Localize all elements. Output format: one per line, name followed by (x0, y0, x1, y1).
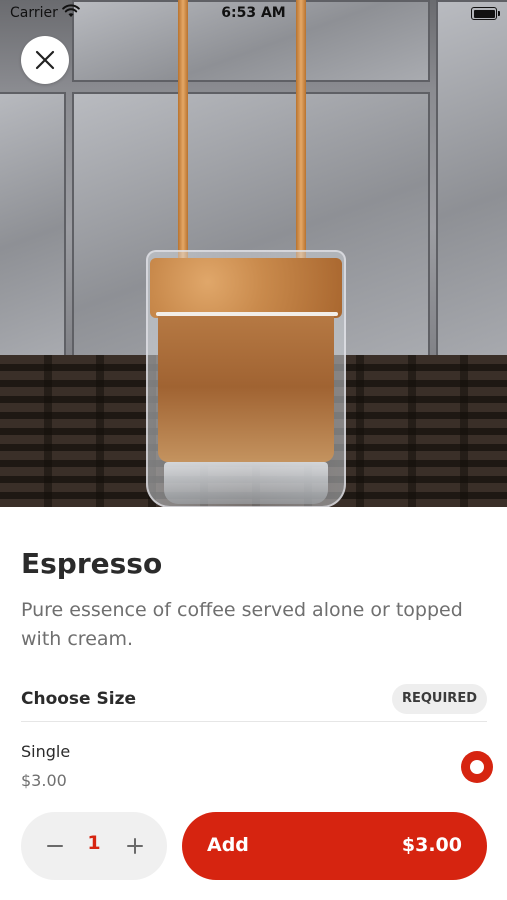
espresso-stream (178, 0, 188, 268)
radio-selected-icon[interactable] (461, 751, 493, 783)
quantity-value: 1 (87, 832, 101, 854)
quantity-stepper: 1 (21, 812, 167, 880)
machine-panel (436, 0, 507, 360)
close-icon (35, 50, 55, 70)
glass-base (164, 462, 328, 504)
divider (21, 721, 487, 722)
status-bar: Carrier 6:53 AM (0, 0, 507, 28)
glass-marking (156, 312, 338, 316)
size-option-name: Single (21, 742, 71, 761)
coffee-liquid (158, 312, 334, 462)
size-section-header: Choose Size REQUIRED (21, 684, 487, 716)
increment-button[interactable] (115, 826, 155, 866)
size-option-price: $3.00 (21, 771, 67, 790)
decrement-button[interactable] (35, 826, 75, 866)
minus-icon (47, 845, 63, 847)
plus-icon (127, 838, 143, 854)
size-section-label: Choose Size (21, 689, 136, 709)
machine-panel (0, 92, 66, 360)
battery-icon (471, 7, 500, 20)
add-to-cart-button[interactable]: Add $3.00 (182, 812, 487, 880)
required-badge: REQUIRED (391, 684, 487, 714)
add-button-total: $3.00 (401, 834, 462, 856)
radio-inner-dot (470, 760, 484, 774)
product-description: Pure essence of coffee served alone or t… (21, 599, 463, 650)
crema (150, 258, 342, 318)
close-button[interactable] (21, 36, 69, 84)
espresso-stream (296, 0, 306, 268)
clock: 6:53 AM (221, 5, 286, 21)
product-title: Espresso (21, 547, 163, 580)
product-image (0, 0, 507, 507)
add-button-label: Add (207, 834, 249, 856)
